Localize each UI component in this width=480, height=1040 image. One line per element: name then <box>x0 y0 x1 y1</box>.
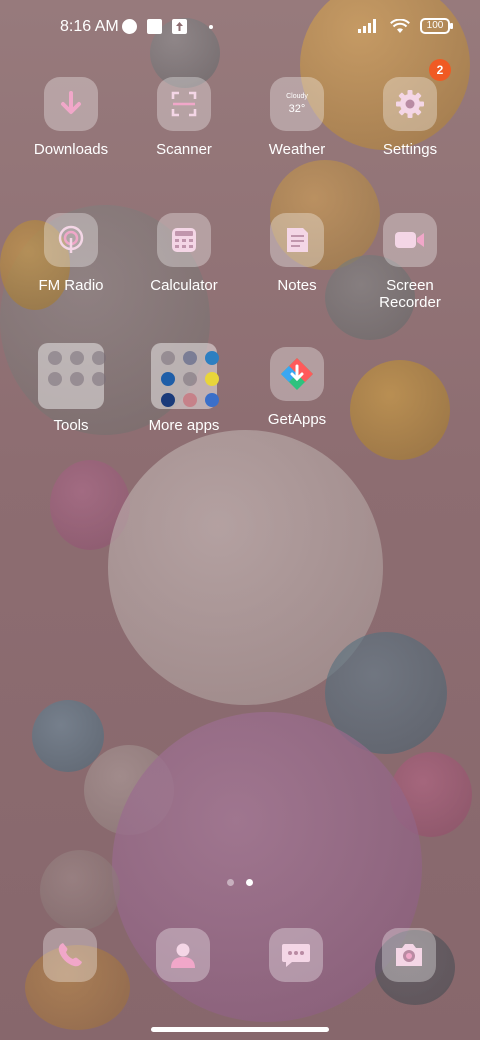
app-scanner[interactable]: Scanner <box>128 77 240 158</box>
square-notif-icon <box>147 19 162 34</box>
app-label: Scanner <box>156 141 212 158</box>
weather-widget-icon: Cloudy 32° <box>270 77 324 131</box>
download-icon <box>44 77 98 131</box>
scanner-icon <box>157 77 211 131</box>
weather-condition: Cloudy <box>286 93 308 100</box>
folder-more-apps[interactable]: More apps <box>128 343 240 434</box>
folder-icon <box>38 343 106 409</box>
notification-badge: 2 <box>429 59 451 81</box>
app-settings[interactable]: 2 Settings <box>354 59 466 158</box>
dock-phone[interactable] <box>43 928 97 982</box>
calculator-icon <box>157 213 211 267</box>
phone-icon <box>58 943 82 967</box>
video-camera-icon <box>383 213 437 267</box>
app-notif-icon <box>122 19 137 34</box>
camera-icon <box>396 944 422 966</box>
app-weather[interactable]: Cloudy 32° Weather <box>241 77 353 158</box>
wifi-icon <box>390 18 410 33</box>
contacts-icon <box>171 943 195 968</box>
messages-icon <box>282 944 310 967</box>
app-screen-recorder[interactable]: Screen Recorder <box>354 213 466 311</box>
app-label: FM Radio <box>38 277 104 294</box>
folder-icon <box>151 343 219 409</box>
app-label: Downloads <box>33 141 109 158</box>
battery-icon: 100 <box>420 18 453 34</box>
radio-icon <box>44 213 98 267</box>
dock-contacts[interactable] <box>156 928 210 982</box>
app-label: Notes <box>277 277 317 294</box>
app-label: Tools <box>53 417 89 434</box>
status-time: 8:16 AM <box>60 18 119 35</box>
app-notes[interactable]: Notes <box>241 213 353 294</box>
dock-messages[interactable] <box>269 928 323 982</box>
app-label: More apps <box>148 417 220 434</box>
page-dot-active[interactable] <box>246 879 253 886</box>
page-dot[interactable] <box>227 879 234 886</box>
folder-tools[interactable]: Tools <box>15 343 127 434</box>
page-indicator <box>0 879 480 886</box>
app-fm-radio[interactable]: FM Radio <box>15 213 127 294</box>
upload-notif-icon <box>172 19 187 34</box>
app-calculator[interactable]: Calculator <box>128 213 240 294</box>
app-label: GetApps <box>267 411 327 428</box>
signal-icon <box>358 19 376 33</box>
status-bar: 8:16 AM 100 <box>0 0 480 56</box>
notes-icon <box>270 213 324 267</box>
app-label: Settings <box>382 141 438 158</box>
app-label: Calculator <box>150 277 218 294</box>
gear-icon: 2 <box>383 59 451 131</box>
app-downloads[interactable]: Downloads <box>15 77 127 158</box>
app-label: Weather <box>268 141 326 158</box>
home-indicator[interactable] <box>151 1027 329 1032</box>
dock-camera[interactable] <box>382 928 436 982</box>
getapps-icon <box>270 347 324 401</box>
weather-temp: 32° <box>288 103 306 115</box>
more-notif-dot <box>209 24 213 29</box>
app-getapps[interactable]: GetApps <box>241 347 353 428</box>
app-label: Screen Recorder <box>379 277 441 311</box>
